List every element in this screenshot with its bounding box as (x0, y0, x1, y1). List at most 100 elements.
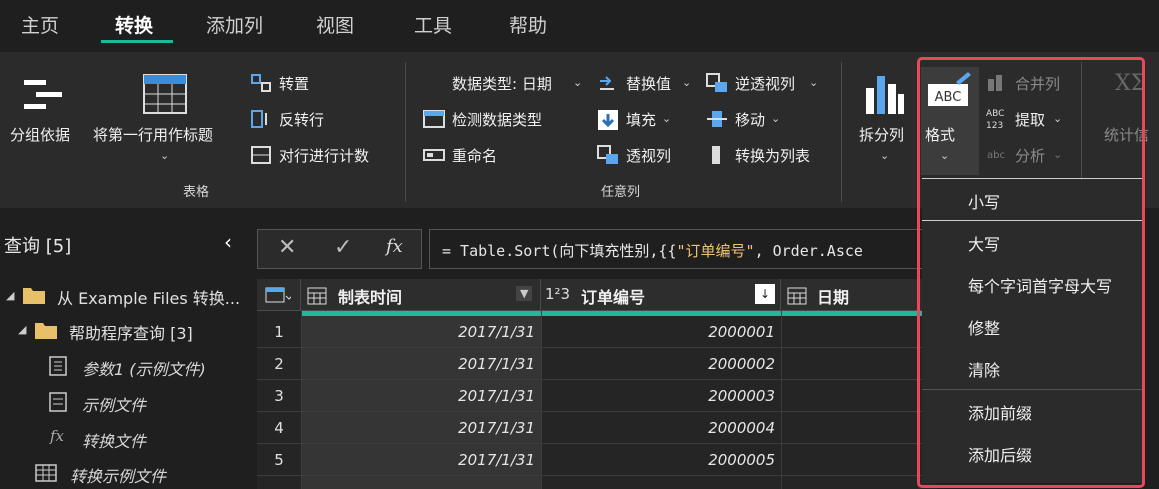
folder-icon (22, 285, 46, 309)
grid-row-divider (257, 475, 937, 476)
tab-transform[interactable]: 转换 (115, 11, 153, 38)
merge-columns-button[interactable]: 合并列 (1015, 73, 1060, 94)
chevron-down-icon[interactable]: ⌄ (682, 76, 691, 89)
use-first-row-button[interactable]: 将第一行用作标题 (93, 124, 213, 145)
menu-item-add-prefix[interactable]: 添加前缀 (968, 400, 1032, 424)
tab-view[interactable]: 视图 (316, 11, 354, 38)
extract-button[interactable]: 提取 (1015, 109, 1045, 130)
detect-type-button[interactable]: 检测数据类型 (452, 109, 542, 130)
cell-order-number[interactable]: 2000005 (541, 451, 775, 469)
row-number[interactable]: 2 (257, 355, 301, 373)
query-item-transform-file[interactable]: 转换文件 (82, 428, 146, 452)
query-item-transform-sample[interactable]: 转换示例文件 (70, 463, 166, 487)
query-item-parameter1[interactable]: 参数1 (示例文件) (82, 356, 206, 380)
statistics-button[interactable]: 统计信 (1104, 124, 1149, 145)
chevron-down-icon[interactable]: ⌄ (809, 76, 818, 89)
cell-tabulation-time[interactable]: 2017/1/31 (301, 387, 535, 405)
fill-button[interactable]: 填充 (626, 109, 656, 130)
reverse-rows-button[interactable]: 反转行 (279, 109, 324, 130)
row-number[interactable]: 1 (257, 323, 301, 341)
cancel-icon[interactable]: ✕ (278, 235, 296, 260)
replace-values-button[interactable]: 替换值 (626, 73, 671, 94)
row-number[interactable]: 4 (257, 419, 301, 437)
reverse-rows-icon (250, 109, 272, 133)
menu-divider (922, 178, 1142, 179)
row-number[interactable]: 3 (257, 387, 301, 405)
chevron-down-icon: ⌄ (940, 149, 950, 162)
count-rows-button[interactable]: 对行进行计数 (279, 145, 369, 166)
grid-row-divider (257, 443, 937, 444)
data-type-dropdown[interactable]: 数据类型: 日期 (452, 73, 552, 94)
column-header-order-number[interactable]: 1²3 订单编号 ↓ (541, 279, 781, 311)
integer-icon: 1²3 (545, 285, 571, 303)
chevron-down-icon[interactable]: ⌄ (573, 76, 582, 89)
group-label-any-column: 任意列 (601, 185, 641, 200)
cell-order-number[interactable]: 2000001 (541, 323, 775, 341)
statistics-icon: XΣ (1115, 70, 1155, 118)
cell-tabulation-time[interactable]: 2017/1/31 (301, 355, 535, 373)
parameter-icon (49, 356, 67, 380)
function-icon: fx (50, 427, 65, 445)
group-by-button[interactable]: 分组依据 (10, 124, 70, 145)
column-name: 日期 (817, 288, 850, 307)
grid-row-divider (257, 411, 937, 412)
chevron-down-icon[interactable]: ⌄ (1053, 112, 1062, 125)
chevron-down-icon[interactable]: ⌄ (160, 149, 169, 162)
unpivot-button[interactable]: 逆透视列 (735, 73, 795, 94)
collapse-pane-icon[interactable]: ‹ (224, 230, 232, 254)
to-list-icon (708, 145, 724, 169)
menu-item-lowercase[interactable]: 小写 (968, 189, 1000, 213)
formula-suffix: , Order.Asce (754, 242, 863, 260)
row-number[interactable]: 5 (257, 451, 301, 469)
query-group-example-files[interactable]: 从 Example Files 转换... (57, 285, 240, 309)
grid-row-divider (257, 347, 937, 348)
chevron-down-icon[interactable]: ⌄ (880, 149, 889, 162)
transpose-icon (250, 73, 272, 97)
parse-button[interactable]: 分析 (1015, 145, 1045, 166)
menu-item-uppercase[interactable]: 大写 (968, 231, 1000, 255)
confirm-icon[interactable]: ✓ (334, 235, 352, 260)
transpose-button[interactable]: 转置 (279, 73, 309, 94)
formula-input[interactable]: = Table.Sort(向下填充性别,{{"订单编号", Order.Asce (429, 229, 929, 269)
cell-tabulation-time[interactable]: 2017/1/31 (301, 323, 535, 341)
menu-item-add-suffix[interactable]: 添加后缀 (968, 442, 1032, 466)
tab-tools[interactable]: 工具 (414, 11, 452, 38)
move-button[interactable]: 移动 (735, 109, 765, 130)
menu-divider (922, 220, 1142, 221)
column-name: 订单编号 (581, 288, 646, 307)
fill-icon (597, 109, 619, 135)
query-item-sample-file[interactable]: 示例文件 (82, 392, 146, 416)
filter-dropdown-icon[interactable]: ▼ (516, 286, 533, 301)
table-menu-button[interactable] (257, 279, 301, 311)
tab-add-column[interactable]: 添加列 (206, 11, 263, 38)
expand-triangle-icon[interactable]: ◢ (18, 323, 26, 336)
svg-text:ABC: ABC (986, 109, 1004, 119)
to-list-button[interactable]: 转换为列表 (735, 145, 810, 166)
rename-button[interactable]: 重命名 (452, 145, 497, 166)
cell-order-number[interactable]: 2000003 (541, 387, 775, 405)
fx-icon[interactable]: fx (386, 236, 403, 257)
sort-ascending-icon[interactable]: ↓ (755, 284, 775, 304)
cell-tabulation-time[interactable]: 2017/1/31 (301, 419, 535, 437)
tab-help[interactable]: 帮助 (509, 11, 547, 38)
column-header-tabulation-time[interactable]: 制表时间 ▼ (301, 279, 541, 311)
rename-icon (423, 145, 445, 169)
pivot-button[interactable]: 透视列 (626, 145, 671, 166)
tab-home[interactable]: 主页 (21, 11, 59, 38)
chevron-down-icon[interactable]: ⌄ (662, 112, 671, 125)
column-header-date[interactable]: 日期 (781, 279, 937, 311)
menu-item-clean[interactable]: 清除 (968, 357, 1000, 381)
chevron-down-icon[interactable]: ⌄ (771, 112, 780, 125)
group-by-icon (22, 76, 64, 116)
menu-item-trim[interactable]: 修整 (968, 315, 1000, 339)
split-column-button[interactable]: 拆分列 (859, 124, 904, 145)
cell-order-number[interactable]: 2000002 (541, 355, 775, 373)
chevron-down-icon[interactable]: ⌄ (1053, 148, 1062, 161)
menu-item-capitalize[interactable]: 每个字词首字母大写 (968, 273, 1112, 297)
queries-title: 查询 [5] (4, 236, 72, 257)
query-group-helper-queries[interactable]: 帮助程序查询 [3] (69, 320, 193, 344)
cell-order-number[interactable]: 2000004 (541, 419, 775, 437)
expand-triangle-icon[interactable]: ◢ (6, 289, 14, 302)
cell-tabulation-time[interactable]: 2017/1/31 (301, 451, 535, 469)
pivot-icon (597, 145, 619, 169)
